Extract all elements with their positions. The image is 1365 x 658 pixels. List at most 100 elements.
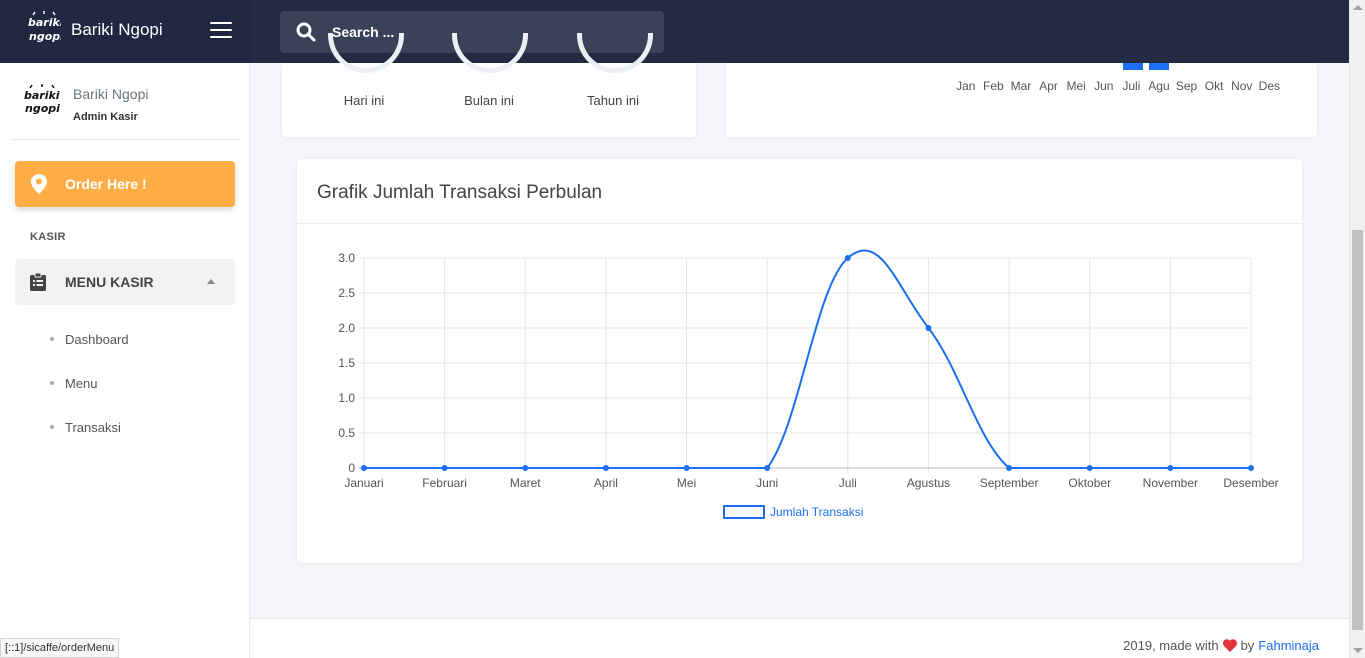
x-tick-label: Agustus (907, 476, 950, 490)
month-tick: Agu (1148, 79, 1170, 93)
y-tick-label: 1.5 (338, 356, 355, 370)
month-tick: Feb (983, 79, 1004, 93)
svg-text:ngopi: ngopi (25, 102, 60, 115)
month-tick: Jun (1094, 79, 1114, 93)
footer-credit: 2019, made with by Fahminaja (1123, 638, 1319, 653)
month-bar-juli (1123, 63, 1143, 70)
data-point (844, 255, 851, 261)
footer-text: 2019, made with (1123, 638, 1219, 653)
data-point (1167, 465, 1174, 471)
line-chart: 0 0.5 1.0 1.5 2.0 2.5 3.0 Januari Februari Maret A… (338, 249, 1279, 519)
user-role: Admin Kasir (73, 111, 138, 123)
month-tick: Nov (1231, 79, 1253, 93)
y-tick-label: 0.5 (338, 426, 355, 440)
data-point (1248, 465, 1254, 471)
x-tick-label: Oktober (1068, 476, 1111, 490)
x-tick-label: November (1143, 476, 1198, 490)
user-avatar: bariki ngopi (24, 84, 60, 115)
bullet-icon (50, 425, 54, 429)
scroll-down-icon[interactable] (1353, 648, 1363, 653)
sidebar-item-label: Transaksi (65, 419, 121, 435)
legend-swatch (723, 505, 765, 519)
y-tick-label: 2.5 (338, 286, 355, 300)
user-panel: bariki ngopi Bariki Ngopi Admin Kasir (12, 63, 240, 140)
stat-label-month: Bulan ini (464, 93, 514, 108)
user-name: Bariki Ngopi (73, 86, 149, 102)
x-tick-label: Desember (1223, 476, 1278, 490)
scroll-thumb[interactable] (1352, 230, 1363, 630)
top-navbar (250, 0, 1350, 63)
data-point (361, 465, 367, 471)
order-here-label: Order Here ! (65, 176, 147, 192)
stat-gauge (452, 33, 528, 73)
scroll-up-icon[interactable] (1353, 5, 1363, 10)
menu-kasir-label: MENU KASIR (65, 274, 154, 290)
brand-logo[interactable]: bariki ngopi (27, 10, 61, 52)
order-here-button[interactable]: Order Here ! (15, 161, 235, 207)
data-point (441, 465, 448, 471)
stat-gauge (577, 33, 653, 73)
page-scrollbar[interactable] (1349, 0, 1365, 658)
bullet-icon (50, 381, 54, 385)
caret-up-icon (207, 279, 215, 284)
data-point (602, 465, 609, 471)
stat-gauge (328, 33, 404, 73)
stats-card: Hari ini Bulan ini Tahun ini (282, 33, 696, 137)
series-line (364, 249, 1251, 469)
data-point (522, 465, 529, 471)
x-tick-label: Mei (677, 476, 696, 490)
x-tick-label: September (980, 476, 1039, 490)
x-tick-label: Maret (510, 476, 541, 490)
svg-text:bariki: bariki (24, 89, 60, 102)
sidebar: bariki ngopi Bariki Ngopi Admin Kasir Or… (0, 63, 250, 658)
map-marker-icon (31, 174, 47, 194)
footer: 2019, made with by Fahminaja (250, 618, 1349, 658)
legend-label: Jumlah Transaksi (770, 505, 863, 519)
month-tick: Mei (1066, 79, 1086, 93)
y-tick-label: 2.0 (338, 321, 355, 335)
x-tick-label: Januari (344, 476, 383, 490)
month-axis-labels: Jan Feb Mar Apr Mei Jun Juli Agu Sep Okt… (952, 79, 1283, 93)
y-tick-label: 0 (348, 461, 355, 475)
transaction-chart-card: Grafik Jumlah Transaksi Perbulan 0 0.5 1.0… (297, 159, 1302, 563)
svg-text:bariki: bariki (28, 16, 61, 29)
month-tick: Apr (1039, 79, 1058, 93)
month-tick: Mar (1010, 79, 1032, 93)
month-tick: Juli (1122, 79, 1141, 93)
sidebar-item-menu[interactable]: Menu (50, 373, 98, 393)
y-tick-label: 3.0 (338, 251, 355, 265)
month-bar-agu (1149, 63, 1169, 70)
sidebar-item-label: Dashboard (65, 331, 129, 347)
data-point (1006, 465, 1013, 471)
x-tick-label: Juli (839, 476, 857, 490)
sidebar-item-dashboard[interactable]: Dashboard (50, 329, 129, 349)
author-link[interactable]: Fahminaja (1258, 638, 1319, 653)
bullet-icon (50, 337, 54, 341)
monthly-bar-card: Jan Feb Mar Apr Mei Jun Juli Agu Sep Okt… (726, 63, 1317, 137)
brand-name[interactable]: Bariki Ngopi (71, 20, 163, 40)
search-icon[interactable] (296, 22, 316, 42)
svg-text:ngopi: ngopi (29, 30, 61, 43)
data-point (1086, 465, 1093, 471)
data-point (683, 465, 690, 471)
month-tick: Des (1258, 79, 1280, 93)
section-label-kasir: KASIR (30, 231, 66, 243)
month-tick: Jan (956, 79, 976, 93)
x-tick-label: Februari (422, 476, 467, 490)
data-point (925, 325, 932, 331)
clipboard-icon (30, 273, 46, 291)
month-tick: Okt (1204, 79, 1224, 93)
stat-label-year: Tahun ini (586, 93, 640, 108)
menu-toggle-icon[interactable] (210, 22, 232, 40)
sidebar-item-transaksi[interactable]: Transaksi (50, 417, 121, 437)
x-tick-label: April (594, 476, 618, 490)
menu-kasir-toggle[interactable]: MENU KASIR (15, 259, 235, 305)
data-point (764, 465, 771, 471)
heart-icon (1222, 639, 1237, 652)
x-tick-label: Juni (756, 476, 778, 490)
footer-by: by (1240, 638, 1255, 653)
y-tick-label: 1.0 (338, 391, 355, 405)
status-bar-url: [::1]/sicaffe/orderMenu (0, 638, 120, 658)
sidebar-item-label: Menu (65, 375, 98, 391)
month-tick: Sep (1175, 79, 1198, 93)
